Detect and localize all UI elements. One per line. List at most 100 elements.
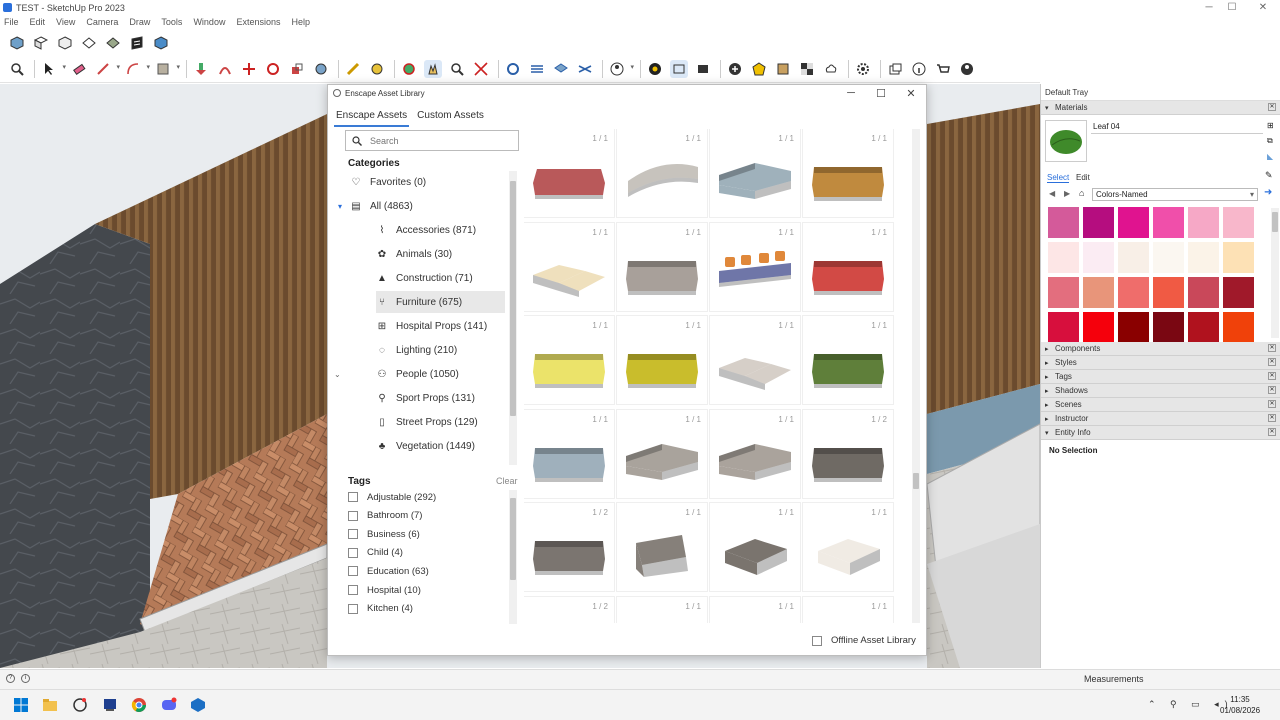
tag-item[interactable]: Education (63) <box>348 563 429 579</box>
menu-file[interactable]: File <box>4 17 19 27</box>
asset-card[interactable]: 1 / 2 <box>524 596 614 623</box>
asset-card[interactable]: 1 / 1 <box>710 596 800 623</box>
taskbar-clock[interactable]: 11:35 01/08/2026 <box>1220 694 1260 716</box>
menu-draw[interactable]: Draw <box>129 17 150 27</box>
color-swatch[interactable] <box>1118 207 1149 238</box>
discord-icon[interactable] <box>160 696 178 714</box>
app-icon[interactable] <box>101 696 119 714</box>
left-view-icon[interactable] <box>128 34 146 52</box>
menu-edit[interactable]: Edit <box>30 17 46 27</box>
offset-tool-icon[interactable] <box>216 60 234 78</box>
enscape-start-icon[interactable] <box>646 60 664 78</box>
color-swatch[interactable] <box>1188 312 1219 343</box>
line-tool-icon[interactable] <box>94 60 120 78</box>
section-plane-icon[interactable] <box>504 60 522 78</box>
category-item[interactable]: ◌ Lighting (210) <box>376 339 505 361</box>
color-swatch[interactable] <box>1118 242 1149 273</box>
default-material-icon[interactable]: ⧉ <box>1267 136 1275 146</box>
asset-card[interactable]: 1 / 1 <box>617 222 707 311</box>
tag-checkbox[interactable] <box>348 492 358 502</box>
color-swatch[interactable] <box>1083 242 1114 273</box>
color-swatch[interactable] <box>1118 312 1149 343</box>
color-swatch[interactable] <box>1188 242 1219 273</box>
maximize-window-button[interactable]: ☐ <box>1215 0 1249 15</box>
asset-card[interactable]: 1 / 1 <box>710 503 800 591</box>
color-swatch[interactable] <box>1083 312 1114 343</box>
windows-start-icon[interactable] <box>12 696 30 714</box>
close-panel-icon[interactable]: ✕ <box>1268 428 1276 436</box>
sketchup-taskbar-icon[interactable] <box>189 696 207 714</box>
close-panel-icon[interactable]: ✕ <box>1268 386 1276 394</box>
color-swatch[interactable] <box>1048 207 1079 238</box>
tray-panel-header[interactable]: ▸ Instructor ✕ <box>1041 412 1280 426</box>
tray-panel-header[interactable]: ▸ Shadows ✕ <box>1041 384 1280 398</box>
scale-tool-icon[interactable] <box>288 60 306 78</box>
close-panel-icon[interactable]: ✕ <box>1268 414 1276 422</box>
tag-checkbox[interactable] <box>348 510 358 521</box>
category-item[interactable]: ⚲ Sport Props (131) <box>376 387 505 409</box>
forward-icon[interactable]: ▶ <box>1064 189 1070 198</box>
iso-view-icon[interactable] <box>8 34 26 52</box>
color-swatch[interactable] <box>1153 312 1184 343</box>
asset-card[interactable]: 1 / 2 <box>803 409 893 498</box>
category-item[interactable]: ▲ Construction (71) <box>376 267 505 289</box>
eraser-tool-icon[interactable] <box>70 60 88 78</box>
tag-item[interactable]: Hospital (10) <box>348 582 421 598</box>
asset-card[interactable]: 1 / 1 <box>803 503 893 591</box>
section-display-icon[interactable] <box>528 60 546 78</box>
chatgpt-icon[interactable] <box>71 696 89 714</box>
enscape-window-icon[interactable] <box>886 60 904 78</box>
color-swatch[interactable] <box>1153 277 1184 308</box>
asset-card[interactable]: 1 / 1 <box>710 222 800 311</box>
eyedropper-icon[interactable]: ✎ <box>1265 170 1273 181</box>
tag-checkbox[interactable] <box>348 547 358 558</box>
tab-enscape-assets[interactable]: Enscape Assets <box>334 107 410 127</box>
tags-scrollbar[interactable] <box>509 490 517 624</box>
color-swatch[interactable] <box>1223 277 1254 308</box>
top-view-icon[interactable] <box>32 34 50 52</box>
color-swatch[interactable] <box>1188 207 1219 238</box>
arc-tool-icon[interactable] <box>124 60 150 78</box>
back-view-icon[interactable] <box>104 34 122 52</box>
swatch-scrollbar[interactable] <box>1271 208 1279 338</box>
home-icon[interactable]: ⌂ <box>1079 188 1084 198</box>
tag-item[interactable]: Kitchen (4) <box>348 601 413 617</box>
close-panel-icon[interactable]: ✕ <box>1268 400 1276 408</box>
tag-item[interactable]: Child (4) <box>348 545 403 561</box>
color-swatch[interactable] <box>1223 312 1254 343</box>
dialog-minimize-button[interactable]: ─ <box>836 85 866 101</box>
zoom-tool-icon[interactable] <box>448 60 466 78</box>
close-panel-icon[interactable]: ✕ <box>1268 344 1276 352</box>
follow-me-tool-icon[interactable] <box>312 60 330 78</box>
category-item[interactable]: ⊞ Hospital Props (141) <box>376 315 505 337</box>
asset-card[interactable]: 1 / 1 <box>524 129 614 217</box>
asset-card[interactable]: 1 / 2 <box>524 503 614 591</box>
menu-help[interactable]: Help <box>291 17 310 27</box>
color-swatch[interactable] <box>1223 242 1254 273</box>
paint-bucket-icon[interactable] <box>368 60 386 78</box>
back-icon[interactable]: ◀ <box>1049 189 1055 198</box>
category-item[interactable]: ▯ Street Props (129) <box>376 411 505 433</box>
clear-tags-link[interactable]: Clear <box>496 476 518 486</box>
asset-card[interactable]: 1 / 1 <box>524 409 614 498</box>
select-tool-icon[interactable] <box>40 60 66 78</box>
tag-item[interactable]: Adjustable (292) <box>348 489 436 505</box>
zoom-extents-icon[interactable] <box>472 60 490 78</box>
select-tab[interactable]: Select <box>1047 173 1070 183</box>
collapse-panel-icon[interactable]: ⌄ <box>334 370 341 379</box>
asset-card[interactable]: 1 / 1 <box>617 596 707 623</box>
tray-panel-header[interactable]: ▸ Styles ✕ <box>1041 356 1280 370</box>
tray-panel-header[interactable]: ▸ Components ✕ <box>1041 342 1280 356</box>
enscape-add-icon[interactable] <box>726 60 744 78</box>
material-name-field[interactable]: Leaf 04 <box>1091 120 1263 134</box>
menu-window[interactable]: Window <box>193 17 225 27</box>
asset-card[interactable]: 1 / 1 <box>617 409 707 498</box>
asset-grid-scrollbar[interactable] <box>912 129 920 623</box>
menu-tools[interactable]: Tools <box>161 17 182 27</box>
asset-card[interactable]: 1 / 1 <box>710 129 800 217</box>
credits-icon[interactable]: i <box>21 674 30 683</box>
enscape-views-icon[interactable] <box>694 60 712 78</box>
color-swatch[interactable] <box>1048 242 1079 273</box>
category-item[interactable]: ▾ ▤ All (4863) <box>338 195 505 217</box>
tag-checkbox[interactable] <box>348 585 358 595</box>
